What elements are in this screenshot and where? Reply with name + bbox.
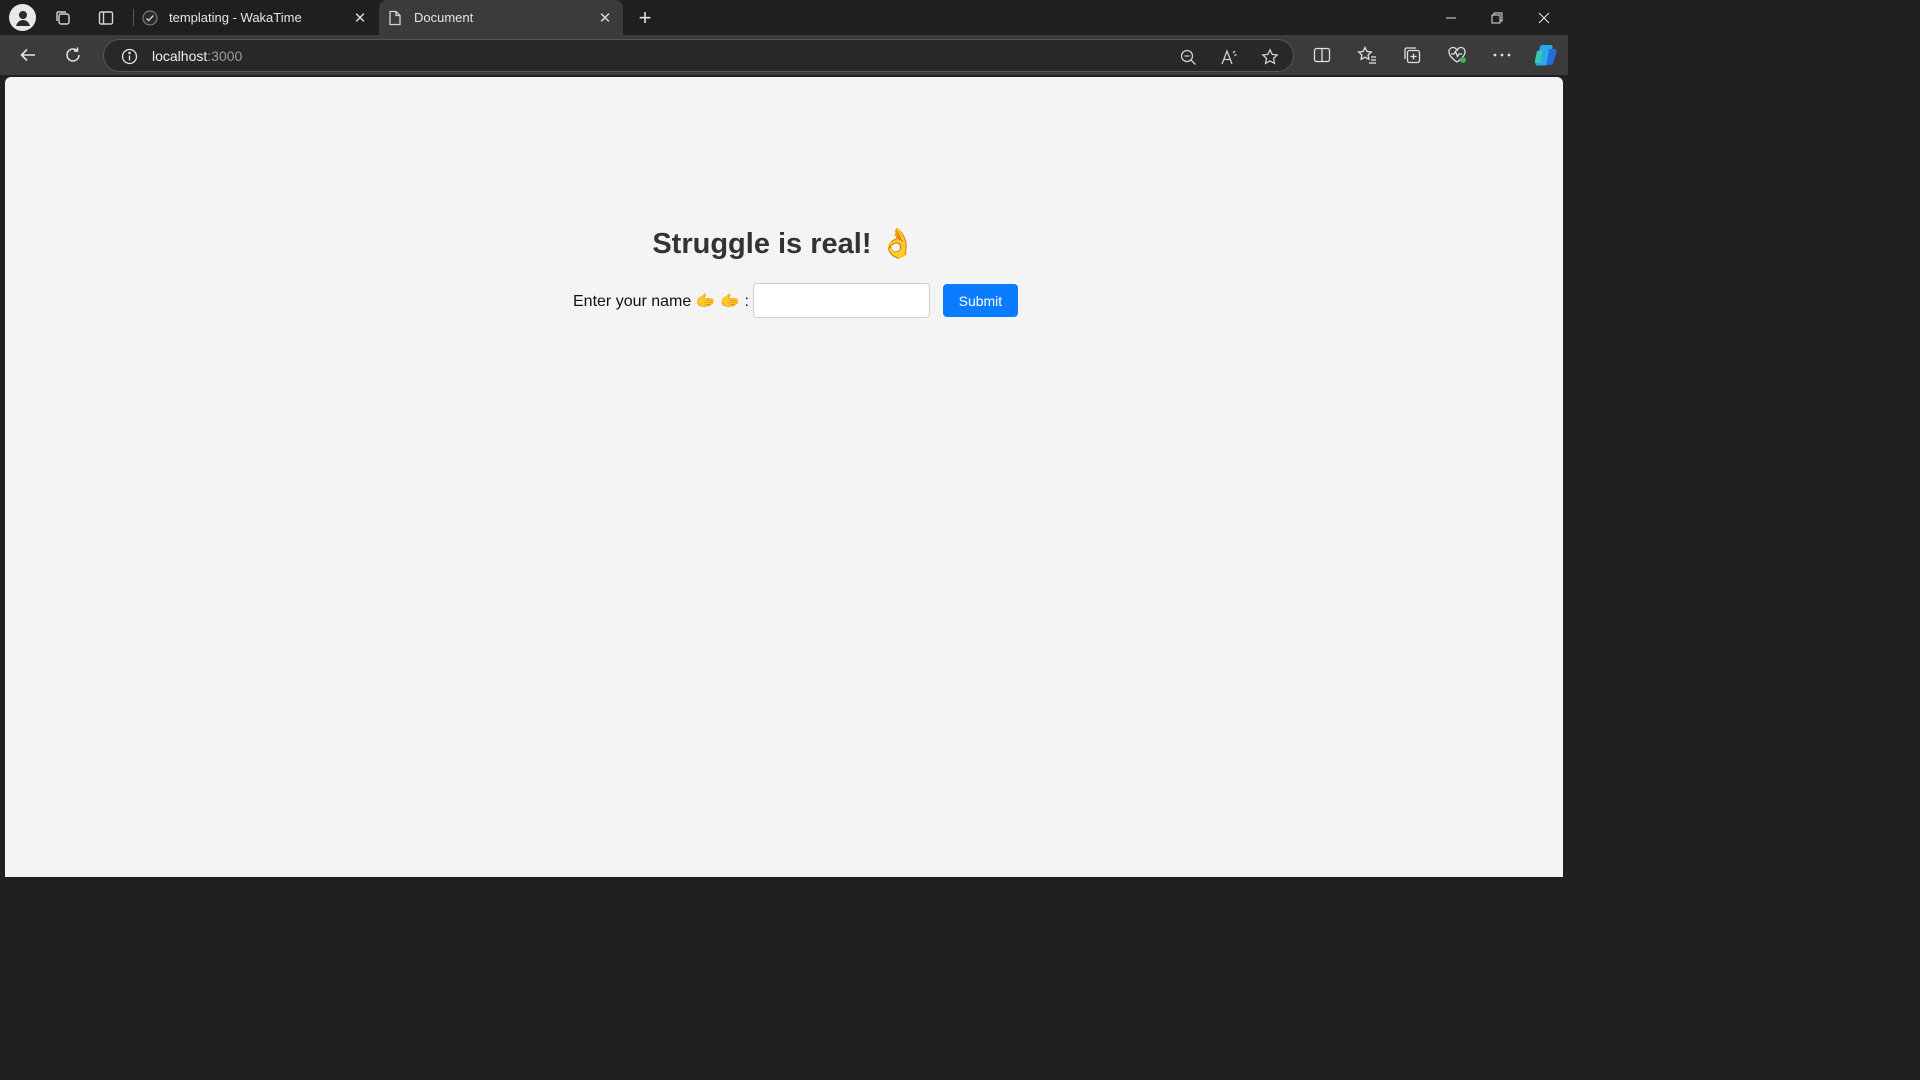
submit-button[interactable]: Submit: [942, 284, 1018, 317]
close-window-icon[interactable]: [1521, 0, 1567, 35]
back-arrow-icon[interactable]: [13, 40, 43, 70]
zoom-out-icon[interactable]: [1177, 46, 1199, 68]
restore-window-icon[interactable]: [1474, 0, 1520, 35]
profile-avatar-icon[interactable]: [9, 4, 36, 31]
document-favicon-icon: [387, 10, 403, 26]
url-port: :3000: [207, 48, 243, 64]
site-info-icon[interactable]: [120, 47, 138, 65]
read-aloud-icon[interactable]: [1218, 46, 1240, 68]
address-bar[interactable]: localhost:3000: [103, 39, 1294, 72]
refresh-icon[interactable]: [58, 40, 88, 70]
tab-strip: templating - WakaTime ✕ Document ✕ +: [0, 0, 1568, 35]
tab-title: templating - WakaTime: [169, 10, 302, 25]
wakatime-favicon-icon: [142, 10, 158, 26]
name-label: Enter your name 🫱 🫱 :: [573, 292, 749, 310]
vertical-tabs-icon[interactable]: [93, 5, 119, 31]
favorite-star-icon[interactable]: [1259, 46, 1281, 68]
close-tab-icon[interactable]: ✕: [350, 8, 370, 28]
url-host: localhost: [152, 48, 208, 64]
browser-essentials-icon[interactable]: [1445, 43, 1469, 67]
favorites-list-icon[interactable]: [1355, 43, 1379, 67]
split-screen-icon[interactable]: [1310, 43, 1334, 67]
close-tab-icon[interactable]: ✕: [595, 8, 615, 28]
browser-toolbar: localhost:3000: [0, 35, 1568, 75]
minimize-window-icon[interactable]: [1428, 0, 1474, 35]
tab-wakatime[interactable]: templating - WakaTime ✕: [134, 0, 378, 35]
copilot-icon[interactable]: [1532, 43, 1560, 67]
more-options-icon[interactable]: [1490, 43, 1514, 67]
url-text: localhost:3000: [152, 48, 242, 64]
name-input[interactable]: [752, 283, 930, 318]
name-form: Enter your name 🫱 🫱 : Submit: [573, 283, 1018, 318]
new-tab-plus-icon[interactable]: +: [632, 5, 658, 31]
workspaces-icon[interactable]: [50, 5, 76, 31]
tab-title: Document: [414, 10, 474, 25]
page-heading: Struggle is real! 👌: [652, 228, 916, 260]
tab-document[interactable]: Document ✕: [379, 0, 623, 35]
collections-icon[interactable]: [1400, 43, 1424, 67]
page-viewport: Struggle is real! 👌 Enter your name 🫱 🫱 …: [5, 77, 1563, 877]
